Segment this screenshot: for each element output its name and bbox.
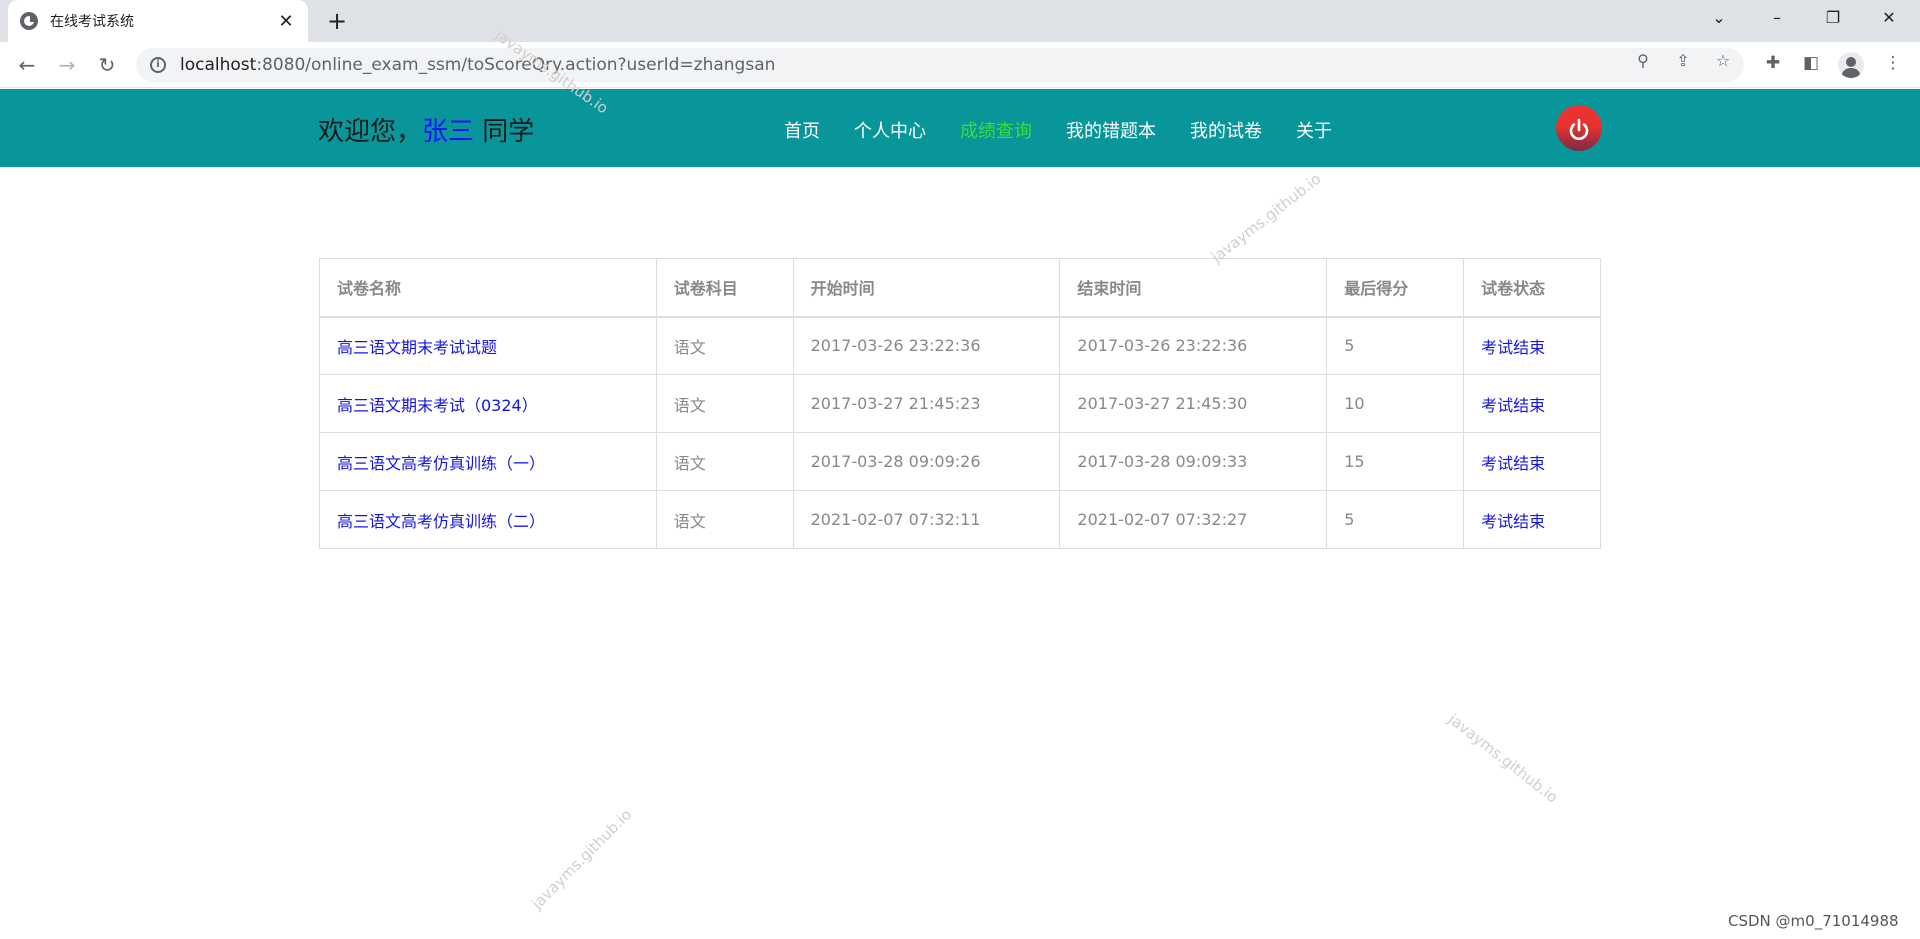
extensions-icon[interactable]: ✚ bbox=[1762, 52, 1784, 74]
minimize-button[interactable]: – bbox=[1752, 0, 1802, 36]
back-arrow-icon[interactable]: ← bbox=[12, 50, 42, 80]
welcome-message: 欢迎您，张三 同学 bbox=[318, 117, 535, 147]
watermark: javayms.github.io bbox=[528, 805, 636, 913]
end-time-cell: 2021-02-07 07:32:27 bbox=[1059, 490, 1328, 549]
power-icon bbox=[1569, 118, 1589, 140]
nav-my-papers[interactable]: 我的试卷 bbox=[1190, 117, 1262, 143]
col-end-time: 结束时间 bbox=[1059, 258, 1328, 318]
start-time-cell: 2021-02-07 07:32:11 bbox=[792, 490, 1061, 549]
score-cell: 5 bbox=[1326, 490, 1465, 549]
col-subject: 试卷科目 bbox=[655, 258, 794, 318]
browser-tab[interactable]: 在线考试系统 ✕ bbox=[8, 0, 308, 42]
score-cell: 5 bbox=[1326, 316, 1465, 375]
nav-wrong-questions[interactable]: 我的错题本 bbox=[1066, 117, 1156, 143]
browser-toolbar: ← → ↻ i localhost:8080/online_exam_ssm/t… bbox=[0, 42, 1920, 88]
status-link[interactable]: 考试结束 bbox=[1463, 490, 1601, 549]
paper-name-link[interactable]: 高三语文期末考试（0324） bbox=[319, 374, 657, 433]
globe-icon bbox=[20, 12, 38, 30]
share-icon[interactable]: ⇪ bbox=[1672, 50, 1694, 72]
forward-arrow-icon[interactable]: → bbox=[52, 50, 82, 80]
score-cell: 15 bbox=[1326, 432, 1465, 491]
paper-name-link[interactable]: 高三语文高考仿真训练（一） bbox=[319, 432, 657, 491]
menu-dots-icon[interactable]: ⋮ bbox=[1882, 52, 1904, 74]
subject-cell: 语文 bbox=[655, 490, 794, 549]
side-panel-icon[interactable]: ◧ bbox=[1800, 52, 1822, 74]
username: 张三 bbox=[422, 117, 475, 147]
address-bar[interactable]: i localhost:8080/online_exam_ssm/toScore… bbox=[136, 48, 1744, 82]
table-row: 高三语文高考仿真训练（二） 语文 2021-02-07 07:32:11 202… bbox=[319, 490, 1601, 549]
subject-cell: 语文 bbox=[655, 316, 794, 375]
nav-about[interactable]: 关于 bbox=[1296, 117, 1332, 143]
score-cell: 10 bbox=[1326, 374, 1465, 433]
paper-name-link[interactable]: 高三语文期末考试试题 bbox=[319, 316, 657, 375]
bookmark-star-icon[interactable]: ☆ bbox=[1712, 50, 1734, 72]
watermark: javayms.github.io bbox=[1208, 169, 1325, 267]
profile-avatar[interactable] bbox=[1838, 52, 1864, 78]
logout-button[interactable] bbox=[1556, 105, 1602, 151]
score-table: 试卷名称 试卷科目 开始时间 结束时间 最后得分 试卷状态 高三语文期末考试试题… bbox=[319, 258, 1601, 549]
zoom-icon[interactable]: ⚲ bbox=[1632, 50, 1654, 72]
nav-profile[interactable]: 个人中心 bbox=[854, 117, 926, 143]
col-final-score: 最后得分 bbox=[1326, 258, 1465, 318]
nav-score-query[interactable]: 成绩查询 bbox=[960, 117, 1032, 143]
col-paper-name: 试卷名称 bbox=[319, 258, 657, 318]
url-text[interactable]: localhost:8080/online_exam_ssm/toScoreQr… bbox=[180, 55, 775, 75]
restore-button[interactable]: ❐ bbox=[1808, 0, 1858, 36]
start-time-cell: 2017-03-28 09:09:26 bbox=[792, 432, 1061, 491]
col-start-time: 开始时间 bbox=[792, 258, 1061, 318]
watermark: javayms.github.io bbox=[1444, 710, 1562, 807]
table-row: 高三语文期末考试试题 语文 2017-03-26 23:22:36 2017-0… bbox=[319, 316, 1601, 375]
end-time-cell: 2017-03-27 21:45:30 bbox=[1059, 374, 1328, 433]
tab-title: 在线考试系统 bbox=[50, 14, 134, 30]
table-row: 高三语文期末考试（0324） 语文 2017-03-27 21:45:23 20… bbox=[319, 374, 1601, 433]
close-window-button[interactable]: ✕ bbox=[1864, 0, 1914, 36]
browser-tabstrip: 在线考试系统 ✕ + ⌄ – ❐ ✕ bbox=[0, 0, 1920, 42]
end-time-cell: 2017-03-26 23:22:36 bbox=[1059, 316, 1328, 375]
close-tab-icon[interactable]: ✕ bbox=[276, 11, 296, 32]
subject-cell: 语文 bbox=[655, 374, 794, 433]
reload-icon[interactable]: ↻ bbox=[92, 50, 122, 80]
footer-credit: CSDN @m0_71014988 bbox=[1728, 912, 1899, 930]
main-nav: 首页 个人中心 成绩查询 我的错题本 我的试卷 关于 bbox=[784, 117, 1366, 143]
start-time-cell: 2017-03-26 23:22:36 bbox=[792, 316, 1061, 375]
info-icon[interactable]: i bbox=[150, 57, 166, 73]
tab-search-icon[interactable]: ⌄ bbox=[1694, 0, 1744, 36]
table-row: 高三语文高考仿真训练（一） 语文 2017-03-28 09:09:26 201… bbox=[319, 432, 1601, 491]
new-tab-button[interactable]: + bbox=[322, 6, 352, 36]
subject-cell: 语文 bbox=[655, 432, 794, 491]
col-paper-status: 试卷状态 bbox=[1463, 258, 1601, 318]
nav-home[interactable]: 首页 bbox=[784, 117, 820, 143]
status-link[interactable]: 考试结束 bbox=[1463, 316, 1601, 375]
status-link[interactable]: 考试结束 bbox=[1463, 374, 1601, 433]
site-header: 欢迎您，张三 同学 首页 个人中心 成绩查询 我的错题本 我的试卷 关于 bbox=[0, 89, 1920, 167]
start-time-cell: 2017-03-27 21:45:23 bbox=[792, 374, 1061, 433]
paper-name-link[interactable]: 高三语文高考仿真训练（二） bbox=[319, 490, 657, 549]
end-time-cell: 2017-03-28 09:09:33 bbox=[1059, 432, 1328, 491]
status-link[interactable]: 考试结束 bbox=[1463, 432, 1601, 491]
table-header-row: 试卷名称 试卷科目 开始时间 结束时间 最后得分 试卷状态 bbox=[319, 258, 1601, 318]
